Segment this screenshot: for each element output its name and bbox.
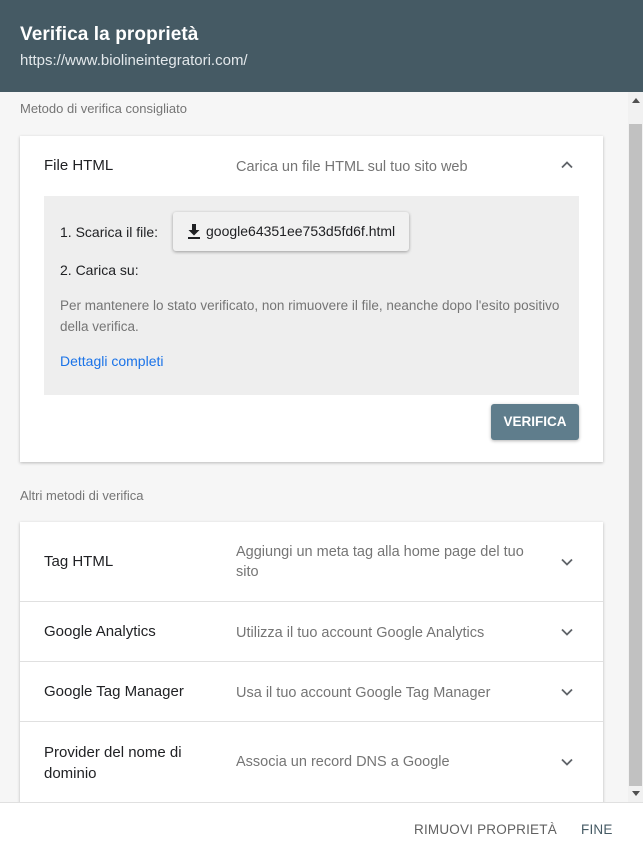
- recommended-section-label: Metodo di verifica consigliato: [20, 101, 187, 116]
- other-methods-section-label: Altri metodi di verifica: [20, 488, 144, 503]
- verification-note: Per mantenere lo stato verificato, non r…: [60, 298, 560, 334]
- scrollbar-thumb[interactable]: [629, 124, 642, 786]
- full-details-link[interactable]: Dettagli completi: [60, 353, 164, 369]
- method-description: Utilizza il tuo account Google Analytics: [236, 625, 485, 641]
- method-title: File HTML: [44, 157, 114, 174]
- chevron-down-icon[interactable]: [560, 755, 574, 769]
- scroll-up-arrow-icon[interactable]: [632, 98, 640, 103]
- remove-property-button[interactable]: RIMUOVI PROPRIETÀ: [414, 822, 557, 837]
- method-row-google-tag-manager[interactable]: Google Tag Manager Usa il tuo account Go…: [20, 662, 603, 722]
- download-file-button[interactable]: google64351ee753d5fd6f.html: [173, 212, 409, 251]
- chevron-up-icon[interactable]: [560, 158, 574, 172]
- method-title: Provider del nome di dominio: [44, 744, 182, 782]
- method-row-domain-provider[interactable]: Provider del nome di dominio Associa un …: [20, 722, 603, 802]
- html-file-method-card: File HTML Carica un file HTML sul tuo si…: [20, 136, 603, 462]
- vertical-scrollbar[interactable]: [628, 92, 643, 802]
- download-file-name: google64351ee753d5fd6f.html: [206, 223, 396, 239]
- method-description: Aggiungi un meta tag alla home page del …: [236, 544, 524, 580]
- method-title: Tag HTML: [44, 553, 114, 570]
- other-methods-card: Tag HTML Aggiungi un meta tag alla home …: [20, 522, 603, 802]
- step2-label: 2. Carica su:: [60, 262, 139, 278]
- method-instructions: 1. Scarica il file: google64351ee753d5fd…: [44, 196, 579, 395]
- download-icon: [188, 224, 200, 239]
- verify-button[interactable]: VERIFICA: [491, 404, 579, 440]
- html-file-method-header[interactable]: File HTML Carica un file HTML sul tuo si…: [20, 136, 603, 196]
- chevron-down-icon[interactable]: [560, 625, 574, 639]
- step1-label: 1. Scarica il file:: [60, 224, 159, 240]
- method-description: Usa il tuo account Google Tag Manager: [236, 685, 491, 701]
- chevron-down-icon[interactable]: [560, 555, 574, 569]
- chevron-down-icon[interactable]: [560, 685, 574, 699]
- done-button[interactable]: FINE: [581, 822, 613, 837]
- property-url: https://www.biolineintegratori.com/: [20, 52, 248, 69]
- method-row-google-analytics[interactable]: Google Analytics Utilizza il tuo account…: [20, 602, 603, 662]
- scroll-down-arrow-icon[interactable]: [632, 791, 640, 796]
- method-description: Associa un record DNS a Google: [236, 754, 450, 770]
- dialog-header: Verifica la proprietà https://www.biolin…: [0, 0, 643, 92]
- method-title: Google Tag Manager: [44, 683, 184, 700]
- dialog-content[interactable]: Metodo di verifica consigliato File HTML…: [0, 92, 628, 802]
- dialog-title: Verifica la proprietà: [20, 24, 199, 45]
- method-row-html-tag[interactable]: Tag HTML Aggiungi un meta tag alla home …: [20, 522, 603, 602]
- method-description: Carica un file HTML sul tuo sito web: [236, 159, 468, 175]
- method-title: Google Analytics: [44, 623, 156, 640]
- dialog-footer: RIMUOVI PROPRIETÀ FINE: [0, 802, 643, 856]
